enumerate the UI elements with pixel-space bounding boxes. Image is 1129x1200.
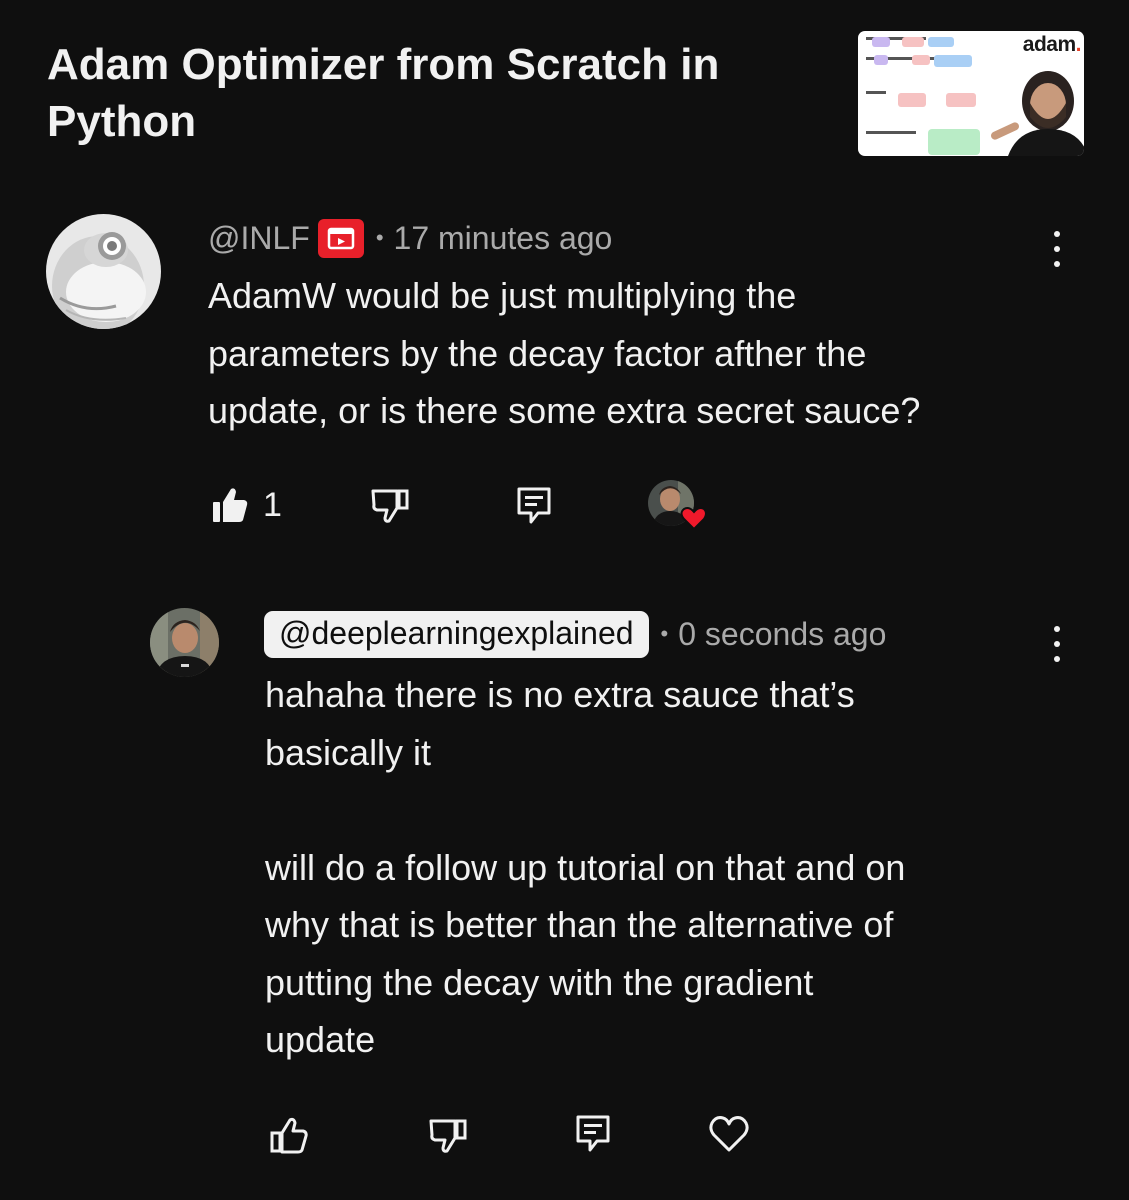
comment-meta-separator: • (375, 225, 384, 250)
comment-text-line: update, or is there some extra secret sa… (208, 390, 921, 431)
reply-more-options-icon[interactable] (1045, 624, 1069, 664)
like-count: 1 (263, 486, 282, 524)
video-title-line-2: Python (47, 97, 197, 146)
commenter-avatar[interactable] (46, 214, 161, 329)
reply-text-line: hahaha there is no extra sauce that’s (265, 674, 855, 715)
reply-timestamp[interactable]: 0 seconds ago (678, 616, 886, 653)
reply-dislike-button[interactable] (428, 1116, 468, 1156)
dislike-button[interactable] (370, 486, 410, 526)
comment-text-line: parameters by the decay factor afther th… (208, 332, 867, 374)
reply-comment-icon (576, 1115, 610, 1152)
thumbs-up-filled-icon (213, 488, 248, 522)
comment-text-line: AdamW would be just multiplying the (208, 275, 797, 316)
reply-text-line: why that is better than the alternative … (265, 904, 894, 945)
youtube-member-badge-icon (317, 218, 364, 258)
reply-comment-icon (517, 487, 551, 524)
reply-author-handle-pill[interactable]: @deeplearningexplained (264, 610, 649, 658)
thumbs-down-icon (429, 1119, 467, 1153)
video-title-line-1: Adam Optimizer from Scratch in (47, 40, 720, 89)
video-thumbnail[interactable]: adam. (858, 31, 1084, 156)
comment-body: AdamW would be just multiplying the para… (208, 267, 920, 440)
heart-outline-icon (709, 1116, 749, 1152)
thumbs-down-icon (371, 489, 409, 523)
comment-more-options-icon[interactable] (1045, 229, 1069, 269)
reply-author-avatar[interactable] (150, 608, 219, 677)
reply-header: @deeplearningexplained • 0 seconds ago (264, 608, 886, 660)
reply-reply-button[interactable] (575, 1114, 611, 1154)
reply-text-line: will do a follow up tutorial on that and… (265, 846, 906, 888)
creator-avatar-heart-icon (648, 480, 707, 531)
reply-text-line: putting the decay with the gradient (265, 961, 814, 1003)
thumbs-up-icon (270, 1117, 308, 1154)
like-button[interactable] (210, 485, 250, 525)
commenter-avatar-image (46, 214, 161, 329)
comment-timestamp[interactable]: 17 minutes ago (394, 220, 613, 257)
reply-button[interactable] (516, 486, 552, 526)
reply-body: hahaha there is no extra sauce that’s ba… (265, 666, 905, 1069)
reply-author-avatar-image (150, 608, 219, 677)
reply-text-line: update (265, 1019, 376, 1060)
reply-text-line: basically it (265, 731, 432, 773)
creator-heart-badge (648, 480, 707, 532)
comment-header: @INLF • 17 minutes ago (208, 217, 612, 259)
video-title[interactable]: Adam Optimizer from Scratch in Python (47, 36, 807, 150)
comment-author-handle[interactable]: @INLF (208, 220, 310, 257)
thumbnail-brand-text: adam. (1022, 33, 1082, 57)
heart-button[interactable] (708, 1114, 750, 1154)
reply-like-button[interactable] (269, 1116, 309, 1156)
reply-meta-separator: • (660, 621, 669, 646)
thumbnail-brand-word: adam (1022, 33, 1076, 56)
thumbnail-brand-dot: . (1075, 33, 1082, 56)
